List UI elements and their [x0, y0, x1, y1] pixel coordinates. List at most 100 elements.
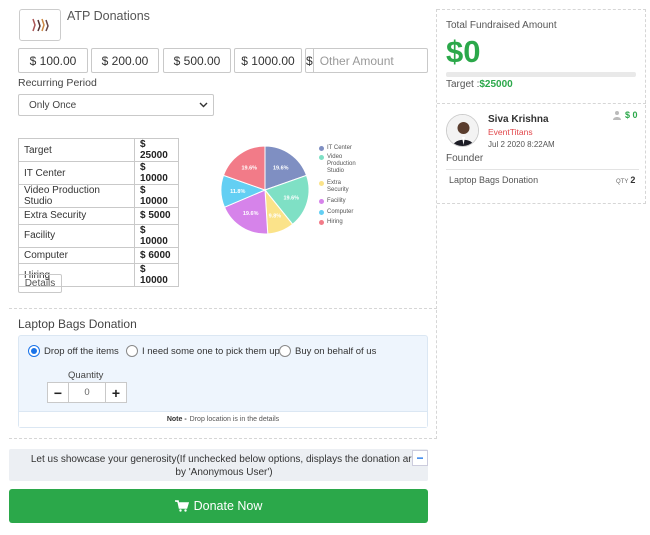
goal-label: Facility [18, 223, 135, 248]
legend-swatch [319, 199, 324, 204]
radio-circle[interactable] [279, 345, 291, 357]
legend-item: Facility [319, 198, 364, 205]
note-text: Drop location is in the details [189, 416, 280, 423]
legend-item: Extra Security [319, 180, 364, 194]
radio-buy-label: Buy on behalf of us [295, 345, 377, 357]
legend-swatch [319, 181, 324, 186]
campaign-logo [19, 9, 61, 41]
goal-label: IT Center [18, 161, 135, 185]
qty-value: 2 [630, 175, 636, 185]
slice-label: 19.6% [273, 166, 289, 172]
radio-circle-selected[interactable] [28, 345, 40, 357]
donated-qty: QTY 2 [616, 175, 635, 185]
table-row: IT Center $ 10000 [18, 161, 179, 185]
fundraised-label: Total Fundraised Amount [446, 20, 557, 31]
legend-label: Computer [327, 209, 354, 215]
legend-label: IT Center [327, 145, 352, 151]
goal-value: $ 10000 [134, 223, 179, 248]
slice-label: 11.8% [230, 189, 245, 195]
goal-label: Target [18, 138, 135, 162]
slice-label: 9.8% [269, 213, 282, 219]
target-value: $25000 [479, 79, 513, 90]
fundraise-progress-bar [446, 72, 636, 77]
legend-label: Hiring [327, 219, 343, 225]
goal-value: $ 6000 [134, 246, 179, 265]
legend-label: Facility [327, 198, 346, 204]
collapse-minus-icon[interactable]: − [412, 450, 428, 466]
recurring-period-select[interactable]: Only Once [18, 94, 214, 116]
legend-item: Computer [319, 209, 364, 216]
qty-label: QTY [616, 179, 629, 185]
goal-value: $ 25000 [134, 138, 179, 162]
table-row: Computer $ 6000 [18, 246, 179, 265]
goal-value: $ 10000 [134, 263, 179, 288]
avatar [446, 114, 479, 147]
chevron-down-icon [199, 100, 208, 111]
legend-swatch [319, 220, 324, 225]
quantity-stepper: − 0 + [47, 382, 127, 403]
donate-now-label: Donate Now [193, 499, 263, 513]
campaign-title: ATP Donations [67, 9, 150, 23]
quantity-value[interactable]: 0 [68, 383, 106, 402]
goal-label: Extra Security [18, 207, 135, 225]
legend-label: Extra Security [327, 180, 349, 193]
slice-label: 19.6% [241, 166, 257, 172]
drop-location-note: Note - Drop location is in the details [19, 411, 427, 427]
legend-swatch [319, 210, 324, 215]
donor-org-link[interactable]: EventTitans [488, 127, 533, 137]
goal-label: Video Production Studio [18, 184, 135, 208]
amount-button-200[interactable]: $ 200.00 [91, 48, 159, 73]
showcase-text: Let us showcase your generosity(If unche… [30, 454, 418, 478]
pie-chart: 19.6% 19.6% 9.8% 19.6% 11.8% 19.6% [220, 145, 310, 235]
currency-symbol: $ [306, 49, 314, 72]
table-row: Target $ 25000 [18, 138, 179, 162]
fundraised-amount: $0 [446, 34, 481, 69]
legend-label: Video Production Studio [327, 154, 356, 174]
legend-item: Video Production Studio [319, 154, 364, 175]
cart-icon [174, 500, 189, 512]
goal-value: $ 10000 [134, 161, 179, 185]
amount-button-100[interactable]: $ 100.00 [18, 48, 88, 73]
target-amount: Target :$25000 [446, 79, 513, 90]
recurring-period-value: Only Once [29, 99, 77, 111]
target-label: Target : [446, 79, 480, 90]
donor-name: Siva Krishna [488, 114, 549, 125]
radio-buy-on-behalf[interactable]: Buy on behalf of us [279, 345, 376, 357]
table-row: Video Production Studio $ 10000 [18, 184, 179, 208]
amount-button-500[interactable]: $ 500.00 [163, 48, 231, 73]
other-amount-field: $ [305, 48, 475, 73]
amount-button-1000[interactable]: $ 1000.00 [234, 48, 302, 73]
legend-item: Hiring [319, 219, 364, 226]
radio-drop-off[interactable]: Drop off the items [28, 345, 119, 357]
goals-table: Target $ 25000 IT Center $ 10000 Video Produ… [18, 138, 179, 288]
note-label: Note - [166, 416, 187, 423]
table-row: Extra Security $ 5000 [18, 207, 179, 225]
donor-amount-value: $ 0 [625, 110, 638, 120]
item-title: Laptop Bags Donation [18, 317, 137, 331]
table-row: Facility $ 10000 [18, 223, 179, 248]
divider [437, 103, 646, 104]
radio-pickup-label: I need some one to pick them up [142, 345, 280, 357]
goal-label: Computer [18, 246, 135, 265]
goal-value: $ 10000 [134, 184, 179, 208]
legend-swatch [319, 146, 324, 151]
recurring-period-label: Recurring Period [18, 77, 97, 89]
increment-button[interactable]: + [106, 383, 126, 402]
donor-role: Founder [446, 153, 484, 164]
slice-label: 19.6% [283, 195, 299, 201]
divider [446, 169, 639, 170]
donor-icon [613, 111, 621, 120]
radio-circle[interactable] [126, 345, 138, 357]
donated-item: Laptop Bags Donation [449, 175, 539, 185]
quantity-label: Quantity [68, 370, 104, 381]
slice-label: 19.6% [243, 211, 259, 217]
details-button[interactable]: Details [18, 274, 62, 293]
showcase-bar: Let us showcase your generosity(If unche… [9, 449, 428, 481]
goal-value: $ 5000 [134, 207, 179, 225]
radio-drop-off-label: Drop off the items [44, 345, 119, 357]
decrement-button[interactable]: − [48, 383, 68, 402]
legend-swatch [319, 155, 324, 160]
donor-amount: $ 0 [612, 110, 638, 120]
radio-pickup[interactable]: I need some one to pick them up [126, 345, 280, 357]
donate-now-button[interactable]: Donate Now [9, 489, 428, 523]
